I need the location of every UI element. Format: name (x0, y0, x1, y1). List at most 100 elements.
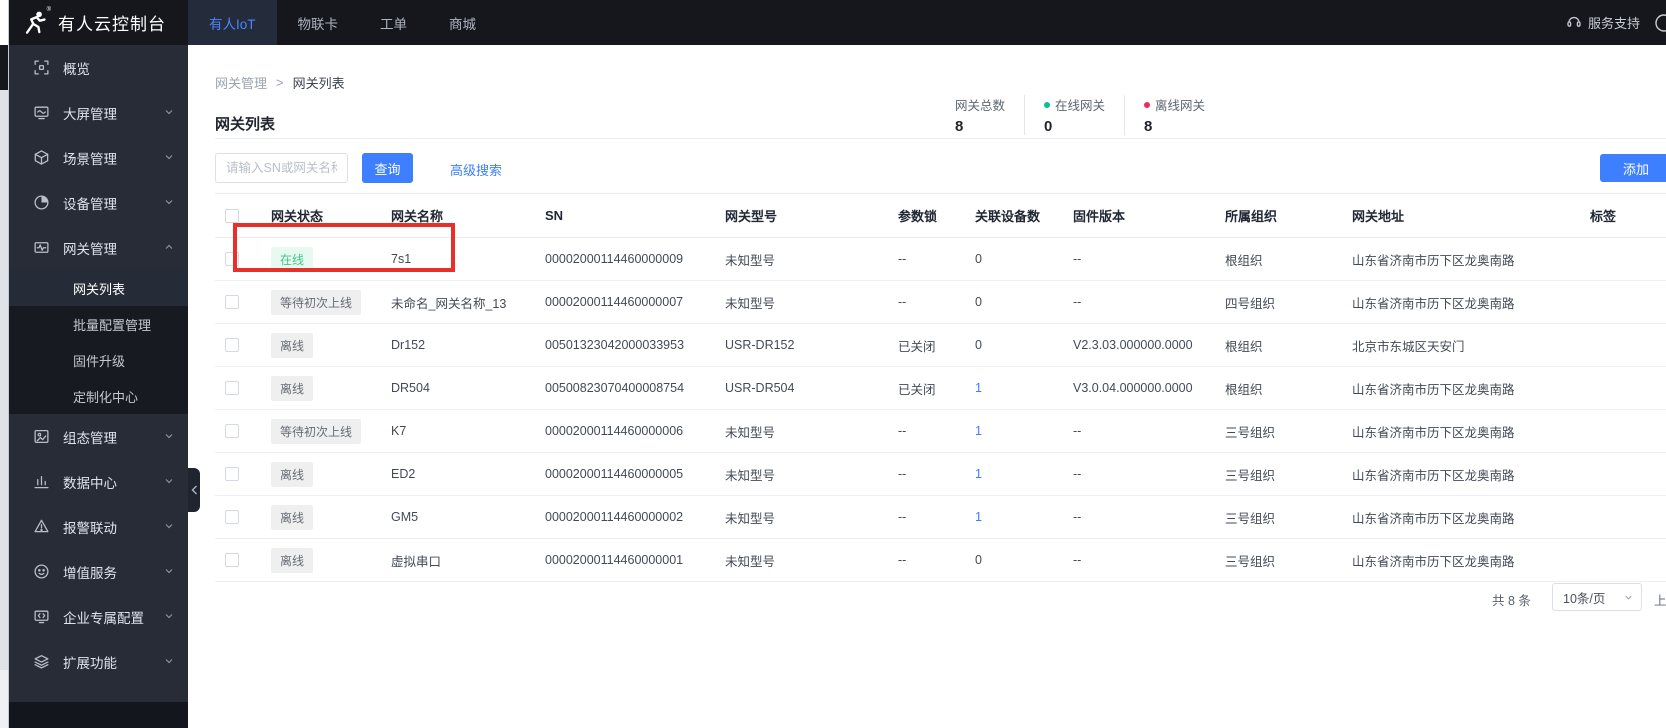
breadcrumb-separator: > (276, 75, 284, 90)
row-checkbox[interactable] (225, 467, 239, 481)
sidebar-subitem-网关列表[interactable]: 网关列表 (9, 270, 188, 306)
column-header-固件版本: 固件版本 (1073, 193, 1225, 238)
sidebar: 概览大屏管理场景管理 设备管理网关管理网关列表 批量配置管理 固件升级 定制化中心组态管… (9, 45, 188, 728)
row-checkbox[interactable] (225, 510, 239, 524)
row-checkbox[interactable] (225, 252, 239, 266)
column-header-所属组织: 所属组织 (1225, 193, 1352, 238)
data-icon (33, 473, 50, 490)
sidebar-collapse-handle[interactable] (188, 468, 200, 512)
row-checkbox[interactable] (225, 381, 239, 395)
linked-devices-count[interactable]: 1 (975, 510, 982, 524)
sidebar-item-大屏管理[interactable]: 大屏管理 (9, 90, 188, 135)
linked-devices-count[interactable]: 1 (975, 467, 982, 481)
row-checkbox[interactable] (225, 338, 239, 352)
row-checkbox[interactable] (225, 553, 239, 567)
registered-mark: ® (46, 7, 51, 13)
status-dot-icon (1144, 101, 1151, 108)
sidebar-item-label: 报警联动 (63, 520, 117, 536)
chevron-down-icon (164, 428, 174, 446)
gateway-name: K7 (391, 409, 545, 453)
sidebar-item-网关管理[interactable]: 网关管理 (9, 225, 188, 270)
gateway-model: USR-DR504 (725, 366, 898, 410)
column-header-关联设备数: 关联设备数 (975, 193, 1073, 238)
sidebar-item-组态管理[interactable]: 组态管理 (9, 414, 188, 459)
sidebar-subitem-定制化中心[interactable]: 定制化中心 (9, 378, 188, 414)
firmware-version: -- (1073, 409, 1225, 453)
alarm-icon (33, 518, 50, 535)
toolbar: 查询 高级搜索 添加 (215, 153, 1666, 183)
sidebar-item-扩展功能[interactable]: 扩展功能 (9, 639, 188, 684)
organization: 三号组织 (1225, 495, 1352, 539)
table-row: 离线 ED2 00002000114460000005 未知型号 -- 1 -- 三号组织 山东… (215, 452, 1666, 496)
linked-devices-count[interactable]: 1 (975, 381, 982, 395)
sidebar-subitem-批量配置管理[interactable]: 批量配置管理 (9, 306, 188, 342)
sidebar-item-数据中心[interactable]: 数据中心 (9, 459, 188, 504)
gateway-tag (1590, 452, 1666, 496)
nav-tab-工单[interactable]: 工单 (359, 0, 428, 45)
breadcrumb: 网关管理 > 网关列表 (215, 73, 345, 92)
nav-tab-物联卡[interactable]: 物联卡 (277, 0, 360, 45)
organization: 根组织 (1225, 237, 1352, 281)
gateway-tag (1590, 495, 1666, 539)
nav-tab-商城[interactable]: 商城 (428, 0, 497, 45)
service-support-label: 服务支持 (1587, 16, 1640, 31)
param-lock: -- (898, 452, 975, 496)
chevron-down-icon (164, 194, 174, 212)
gateway-address: 山东省济南市历下区龙奥南路 (1352, 409, 1590, 453)
chevron-down-icon (164, 473, 174, 491)
stat-label: 网关总数 (955, 99, 1006, 113)
gateway-address: 山东省济南市历下区龙奥南路 (1352, 452, 1590, 496)
add-button[interactable]: 添加 (1600, 154, 1666, 182)
sidebar-item-label: 扩展功能 (63, 655, 117, 671)
linked-devices-count[interactable]: 1 (975, 424, 982, 438)
partial-user-icon[interactable] (1654, 13, 1666, 33)
gateway-address: 山东省济南市历下区龙奥南路 (1352, 366, 1590, 410)
nav-tab-有人IoT[interactable]: 有人IoT (188, 0, 277, 45)
chevron-down-icon (1625, 595, 1632, 600)
chevron-down-icon (164, 104, 174, 122)
status-badge: 离线 (271, 504, 314, 530)
sidebar-item-label: 组态管理 (63, 430, 117, 446)
table-row: 离线 虚拟串口 00002000114460000001 未知型号 -- 0 -- 三号组织山… (215, 538, 1666, 582)
linked-devices-count: 0 (975, 252, 982, 266)
sidebar-subitem-固件升级[interactable]: 固件升级 (9, 342, 188, 378)
sidebar-item-设备管理[interactable]: 设备管理 (9, 180, 188, 225)
row-checkbox[interactable] (225, 295, 239, 309)
status-badge: 在线 (271, 246, 314, 272)
organization: 四号组织 (1225, 280, 1352, 324)
screen-icon (33, 104, 50, 121)
gateway-tag (1590, 366, 1666, 410)
gateway-address: 山东省济南市历下区龙奥南路 (1352, 237, 1590, 281)
linked-devices-count: 0 (975, 338, 982, 352)
organization: 三号组织 (1225, 452, 1352, 496)
page-size-value: 10条/页 (1563, 591, 1606, 606)
query-button[interactable]: 查询 (362, 153, 413, 183)
sidebar-item-label: 网关管理 (63, 241, 117, 257)
breadcrumb-gateway-management[interactable]: 网关管理 (215, 73, 267, 92)
sidebar-item-场景管理[interactable]: 场景管理 (9, 135, 188, 180)
sidebar-item-label: 大屏管理 (63, 106, 117, 122)
page-size-select[interactable]: 10条/页 (1552, 583, 1642, 611)
row-checkbox[interactable] (225, 424, 239, 438)
gateway-name: GM5 (391, 495, 545, 539)
service-support-link[interactable]: 服务支持 (1566, 13, 1640, 32)
stat-label: 离线网关 (1155, 99, 1206, 113)
column-header-网关地址: 网关地址 (1352, 193, 1590, 238)
gateway-name: 虚拟串口 (391, 538, 545, 582)
headset-icon (1566, 13, 1582, 32)
column-header-参数锁: 参数锁 (898, 193, 975, 238)
search-input[interactable] (215, 153, 348, 183)
overview-icon (33, 59, 50, 76)
linked-devices-count: 0 (975, 553, 982, 567)
prev-page-button[interactable]: 上一页 (1654, 590, 1666, 609)
sidebar-item-企业专属配置[interactable]: 企业专属配置 (9, 594, 188, 639)
select-all-checkbox[interactable] (225, 208, 239, 223)
gateway-tag (1590, 409, 1666, 453)
sidebar-item-报警联动[interactable]: 报警联动 (9, 504, 188, 549)
column-header-SN: SN (545, 193, 725, 238)
sidebar-item-增值服务[interactable]: 增值服务 (9, 549, 188, 594)
advanced-search-link[interactable]: 高级搜索 (450, 160, 502, 179)
device-icon (33, 194, 50, 211)
param-lock: 已关闭 (898, 366, 975, 410)
sidebar-item-概览[interactable]: 概览 (9, 45, 188, 90)
